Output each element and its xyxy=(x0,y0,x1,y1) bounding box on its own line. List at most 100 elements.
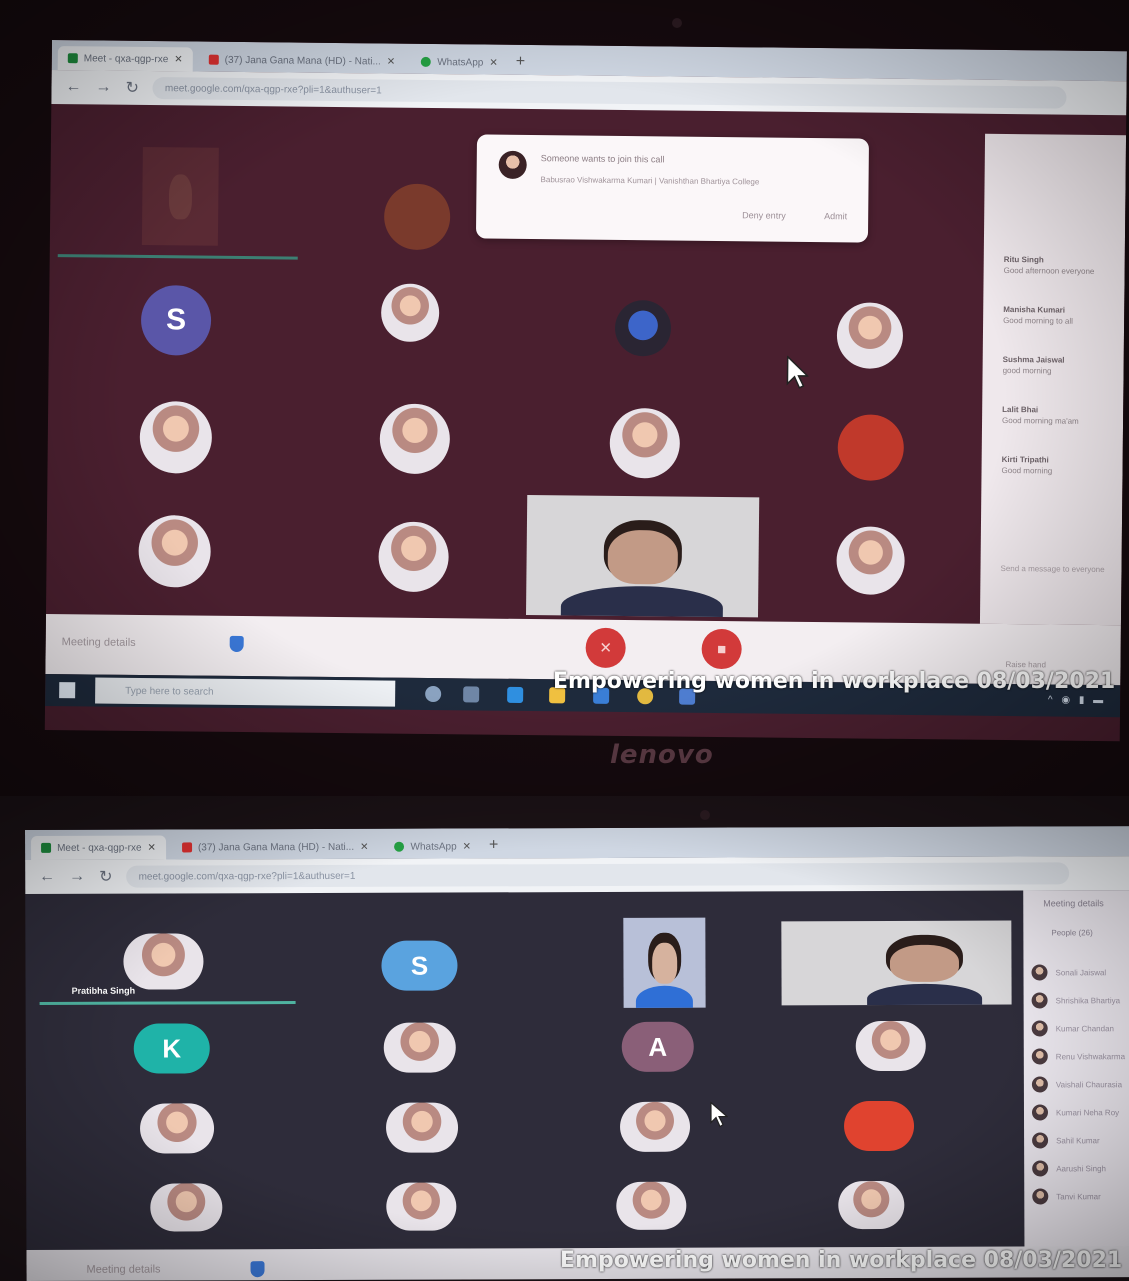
chat-message: Manisha Kumari Good morning to all xyxy=(1003,304,1073,326)
participant-avatar xyxy=(855,1020,926,1072)
close-icon[interactable]: ✕ xyxy=(489,57,498,68)
new-tab-button[interactable]: + xyxy=(516,51,526,75)
speaking-indicator xyxy=(39,1001,296,1005)
close-icon[interactable]: ✕ xyxy=(148,842,156,853)
back-icon[interactable]: ← xyxy=(39,868,55,886)
participant-avatar xyxy=(614,299,672,357)
meeting-details-button[interactable]: Meeting details xyxy=(62,636,136,649)
tab-label: (37) Jana Gana Mana (HD) - Nati... xyxy=(224,54,381,67)
security-shield-icon[interactable] xyxy=(250,1261,265,1278)
deny-entry-button[interactable]: Deny entry xyxy=(736,209,792,222)
url-input[interactable]: meet.google.com/qxa-qgp-rxe?pli=1&authus… xyxy=(126,862,1070,888)
taskbar-search-input[interactable]: Type here to search xyxy=(95,677,396,707)
tab-youtube[interactable]: (37) Jana Gana Mana (HD) - Nati... ✕ xyxy=(172,835,379,860)
avatar xyxy=(1031,992,1048,1009)
avatar xyxy=(1031,1020,1048,1037)
admit-button[interactable]: Admit xyxy=(818,210,853,222)
avatar xyxy=(1032,1132,1049,1149)
meet-stage: Someone wants to join this call Babusrao… xyxy=(45,104,1127,741)
participant-row[interactable]: Sonali Jaiswal xyxy=(1031,964,1106,981)
participant-avatar-letter: A xyxy=(621,1021,694,1072)
participant-row[interactable]: Kumar Chandan xyxy=(1031,1020,1114,1037)
participant-row[interactable]: Tanvi Kumar xyxy=(1032,1188,1101,1205)
participant-avatar xyxy=(616,1181,687,1230)
participant-row[interactable]: Aarushi Singh xyxy=(1032,1160,1106,1177)
participant-row[interactable]: Vaishali Chaurasia xyxy=(1031,1076,1122,1093)
lenovo-logo: lenovo xyxy=(610,740,714,770)
close-icon[interactable]: ✕ xyxy=(174,54,183,65)
meet-stage: Pratibha Singh S K A Meeting details Peo… xyxy=(25,890,1129,1281)
participant-avatar xyxy=(837,414,905,481)
participant-row[interactable]: Shrishika Bhartiya xyxy=(1031,992,1121,1009)
requester-name: Babusrao Vishwakarma Kumari | Vanishthan… xyxy=(540,175,760,187)
chat-message: Ritu Singh Good afternoon everyone xyxy=(1003,254,1095,276)
participant-avatar xyxy=(838,1180,905,1230)
tab-label: Meet - qxa-qgp-rxe xyxy=(83,52,169,65)
tab-label: (37) Jana Gana Mana (HD) - Nati... xyxy=(197,841,355,853)
chat-message: Sushma Jaiswal good morning xyxy=(1002,354,1065,376)
whatsapp-icon xyxy=(394,841,405,852)
speaking-indicator xyxy=(57,254,298,260)
participant-avatar xyxy=(843,1100,915,1152)
task-view-icon[interactable] xyxy=(463,686,480,703)
join-request-dialog: Someone wants to join this call Babusrao… xyxy=(475,134,870,243)
participant-avatar xyxy=(386,1182,457,1231)
url-text: meet.google.com/qxa-qgp-rxe?pli=1&authus… xyxy=(164,82,382,96)
camera-off-icon: ■ xyxy=(717,640,727,658)
meeting-details-button[interactable]: Meeting details xyxy=(87,1264,161,1276)
chat-message: Kirti Tripathi Good morning xyxy=(1001,454,1053,476)
cortana-icon[interactable] xyxy=(425,685,442,703)
participant-avatar xyxy=(379,403,451,475)
reload-icon[interactable]: ↻ xyxy=(125,78,139,98)
participant-row[interactable]: Sahil Kumar xyxy=(1032,1132,1100,1149)
microphone-off-button[interactable]: ✕ xyxy=(585,627,626,669)
tab-whatsapp[interactable]: WhatsApp ✕ xyxy=(411,50,508,75)
system-tray[interactable]: ^ ◉ ▮ ▬ xyxy=(1048,694,1106,706)
participant-avatar xyxy=(123,933,204,990)
tab-label: Meet - qxa-qgp-rxe xyxy=(57,842,142,854)
youtube-icon xyxy=(181,842,192,853)
forward-icon[interactable]: → xyxy=(69,868,85,886)
back-icon[interactable]: ← xyxy=(65,78,81,96)
participant-video-small xyxy=(141,146,219,246)
participant-avatar-letter: S xyxy=(381,940,458,991)
participant-avatar xyxy=(609,407,681,479)
people-tab[interactable]: People (26) xyxy=(1051,928,1092,937)
participant-avatar-letter: K xyxy=(133,1023,210,1074)
participant-avatar xyxy=(138,514,212,588)
chat-input[interactable]: Send a message to everyone xyxy=(1000,564,1104,574)
tab-meet[interactable]: Meet - qxa-qgp-rxe ✕ xyxy=(31,835,166,860)
security-shield-icon[interactable] xyxy=(229,635,244,653)
close-icon[interactable]: ✕ xyxy=(463,841,471,852)
participant-avatar xyxy=(836,302,904,369)
chat-message: Lalit Bhai Good morning ma'am xyxy=(1002,404,1079,426)
webcam xyxy=(672,18,682,28)
participant-avatar xyxy=(150,1183,223,1232)
windows-start-icon[interactable] xyxy=(59,682,76,699)
meet-icon xyxy=(41,842,52,853)
reload-icon[interactable]: ↻ xyxy=(99,867,112,887)
participant-avatar-letter: S xyxy=(140,284,212,356)
participant-avatar xyxy=(139,400,213,474)
new-tab-button[interactable]: + xyxy=(489,834,498,858)
caption-text: Empowering women in workplace 08/03/2021 xyxy=(560,1248,1123,1273)
forward-icon[interactable]: → xyxy=(95,78,111,96)
tab-whatsapp[interactable]: WhatsApp ✕ xyxy=(384,834,481,858)
top-photo: Meet - qxa-qgp-rxe ✕ (37) Jana Gana Mana… xyxy=(0,0,1129,796)
url-text: meet.google.com/qxa-qgp-rxe?pli=1&authus… xyxy=(138,870,356,883)
close-icon[interactable]: ✕ xyxy=(360,841,368,852)
edge-icon[interactable] xyxy=(507,686,524,703)
bottom-photo: Meet - qxa-qgp-rxe ✕ (37) Jana Gana Mana… xyxy=(0,796,1129,1281)
participant-row[interactable]: Renu Vishwakarma xyxy=(1031,1048,1125,1065)
close-icon[interactable]: ✕ xyxy=(387,56,396,67)
presenter-video xyxy=(781,920,1012,1006)
camera-off-button[interactable]: ■ xyxy=(701,628,742,670)
url-input[interactable]: meet.google.com/qxa-qgp-rxe?pli=1&authus… xyxy=(152,77,1067,109)
participant-avatar xyxy=(619,1101,691,1152)
tab-youtube[interactable]: (37) Jana Gana Mana (HD) - Nati... ✕ xyxy=(199,48,406,74)
participant-row[interactable]: Kumari Neha Roy xyxy=(1031,1104,1119,1121)
participant-avatar xyxy=(380,283,440,343)
tab-meet[interactable]: Meet - qxa-qgp-rxe ✕ xyxy=(57,46,193,72)
laptop-screen-2: Meet - qxa-qgp-rxe ✕ (37) Jana Gana Mana… xyxy=(25,826,1129,1281)
participant-name: Pratibha Singh xyxy=(71,985,136,996)
